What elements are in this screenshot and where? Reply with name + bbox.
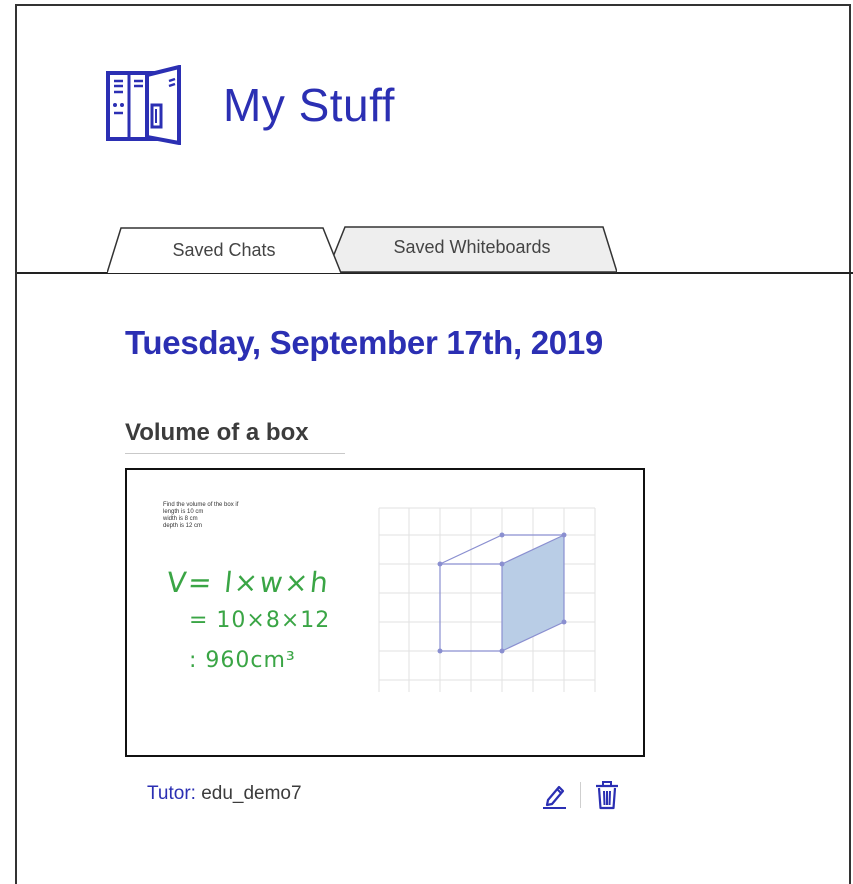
tab-label: Saved Whiteboards [393,237,551,257]
problem-text: Find the volume of the box if length is … [163,502,303,530]
pencil-icon [543,785,566,809]
problem-line: depth is 12 cm [163,523,203,529]
problem-line: width is 8 cm [163,516,198,522]
locker-icon [106,65,181,145]
problem-line: Find the volume of the box if [163,502,239,508]
problem-line: length is 10 cm [163,509,204,515]
tutor-label: Tutor: [147,783,196,804]
tab-label: Saved Chats [172,240,276,260]
handwriting-line: = 10×8×12 [189,608,331,633]
whiteboard-thumbnail[interactable]: Find the volume of the box if length is … [125,468,645,757]
delete-button[interactable] [592,780,622,810]
tab-saved-chats[interactable]: Saved Chats [107,224,357,274]
chat-title[interactable]: Volume of a box [125,419,345,454]
tab-saved-whiteboards[interactable]: Saved Whiteboards [327,224,617,274]
app-frame: My Stuff Saved Whiteboards Saved Chats T… [15,4,853,884]
date-heading: Tuesday, September 17th, 2019 [125,324,603,361]
edit-button[interactable] [539,780,569,810]
trash-icon [596,781,618,810]
header: My Stuff [105,62,395,148]
page-title: My Stuff [223,79,395,131]
action-divider [580,782,581,808]
tutor-info: Tutor: edu_demo7 [147,783,302,805]
chat-footer: Tutor: edu_demo7 [147,780,647,810]
handwriting-line: : 960cm³ [189,648,296,673]
handwriting-line: V= l×w×h [165,566,332,599]
tutor-name: edu_demo7 [201,783,302,804]
